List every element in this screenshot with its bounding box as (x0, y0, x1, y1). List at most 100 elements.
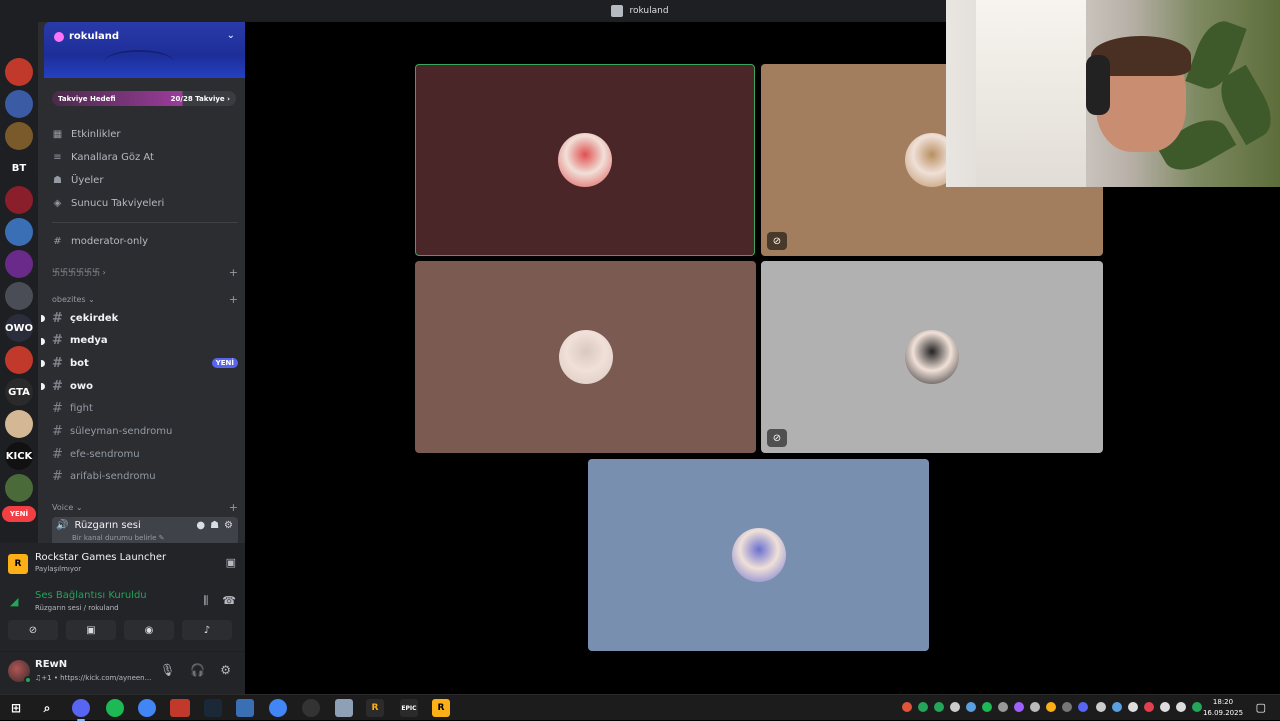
camera-off-button[interactable]: ⊘ (8, 620, 58, 640)
channel-item[interactable]: # owo (41, 376, 238, 396)
boost-goal-bar[interactable]: Takviye Hedefi 20/28 Takviye › (52, 91, 236, 106)
participant-tile[interactable] (415, 64, 755, 256)
server-2-icon[interactable] (5, 90, 33, 118)
search-icon[interactable]: ⌕ (38, 699, 56, 717)
participant-tile[interactable] (588, 459, 929, 651)
channel-name: efe-sendromu (70, 448, 140, 460)
tray-icon[interactable] (998, 702, 1008, 712)
channel-item[interactable]: # çekirdek (41, 308, 238, 328)
tray-icon[interactable] (950, 702, 960, 712)
discord-taskbar-icon[interactable] (72, 699, 90, 721)
invite-icon[interactable]: ☗ (210, 520, 219, 531)
activity-status: Paylaşılmıyor (35, 565, 82, 573)
category-2[interactable]: obezites ⌄ + (52, 292, 238, 306)
tray-icon[interactable] (966, 702, 976, 712)
plus-icon[interactable]: + (229, 293, 238, 306)
channel-item[interactable]: # fight (52, 399, 238, 419)
category-1-label: 卐卐卐卐卐卐 › (52, 267, 106, 277)
server-gta-icon[interactable]: GTA (5, 378, 33, 406)
noise-suppression-icon[interactable]: ⫼ (203, 594, 208, 608)
server-bt-icon[interactable]: BT (5, 154, 33, 182)
epic-games-icon[interactable]: EPIC (400, 699, 418, 717)
tray-icon[interactable] (1128, 702, 1138, 712)
channel-name: bot (70, 357, 89, 369)
nav-browse-channels[interactable]: ≡ Kanallara Göz At (52, 148, 154, 166)
microphone-icon[interactable]: 🎙 (160, 663, 175, 677)
brave-icon[interactable] (902, 702, 912, 712)
start-button[interactable]: ⊞ (7, 699, 25, 717)
app-icon[interactable] (335, 699, 353, 717)
server-5-icon[interactable] (5, 186, 33, 214)
plus-icon[interactable]: + (229, 501, 238, 514)
participant-tile[interactable]: ⊘ (761, 261, 1103, 453)
nav-calendar[interactable]: ▦ Etkinlikler (52, 125, 121, 143)
nav-boost[interactable]: ◈ Sunucu Takviyeleri (52, 194, 165, 212)
new-badge[interactable]: YENİ (2, 506, 36, 522)
channel-item[interactable]: # bot YENİ (41, 353, 238, 373)
tray-icon[interactable] (1062, 702, 1072, 712)
wifi-icon[interactable] (1096, 702, 1106, 712)
screen-share-icon[interactable]: ▣ (226, 556, 236, 569)
unread-indicator (41, 337, 45, 345)
channel-moderator-only[interactable]: # moderator-only (52, 232, 148, 250)
server-7-icon[interactable] (5, 250, 33, 278)
spotify-tray-icon[interactable] (982, 702, 992, 712)
signal-icon[interactable]: ◢ (10, 595, 18, 608)
server-3-icon[interactable] (5, 122, 33, 150)
nav-members[interactable]: ☗ Üyeler (52, 171, 103, 189)
steam-icon[interactable] (204, 699, 222, 717)
activities-button[interactable]: ◉ (124, 620, 174, 640)
server-kick-icon[interactable]: KICK (5, 442, 33, 470)
discord-home-icon[interactable] (5, 26, 33, 54)
tray-icon[interactable] (934, 702, 944, 712)
category-voice[interactable]: Voice ⌄ + (52, 500, 238, 514)
chrome-icon[interactable] (269, 699, 287, 717)
server-1-icon[interactable] (5, 58, 33, 86)
rockstar-launcher-icon[interactable]: R (432, 699, 450, 717)
screen-share-button[interactable]: ▣ (66, 620, 116, 640)
discord-tray-icon[interactable] (1078, 702, 1088, 712)
notification-icon[interactable]: ▢ (1256, 701, 1266, 714)
participant-tile[interactable] (415, 261, 756, 453)
tray-icon[interactable] (918, 702, 928, 712)
server-owo-icon[interactable]: OWO (5, 314, 33, 342)
rockstar-icon[interactable]: R (366, 699, 384, 717)
app-icon[interactable] (236, 699, 254, 717)
chrome-icon[interactable] (138, 699, 156, 717)
volume-icon[interactable] (1160, 702, 1170, 712)
server-6-icon[interactable] (5, 218, 33, 246)
gear-icon[interactable]: ⚙ (220, 663, 231, 677)
tray-icon[interactable] (1192, 702, 1202, 712)
chevron-down-icon[interactable]: ⌄ (227, 30, 235, 41)
guild-header[interactable]: rokuland ⌄ (44, 22, 245, 78)
headphones-icon[interactable]: 🎧 (190, 663, 205, 677)
soundboard-button[interactable]: ♪ (182, 620, 232, 640)
tray-icon[interactable] (1030, 702, 1040, 712)
server-14-icon[interactable] (5, 474, 33, 502)
tray-icon[interactable] (1046, 702, 1056, 712)
server-12-icon[interactable] (5, 410, 33, 438)
server-8-icon[interactable] (5, 282, 33, 310)
channel-item[interactable]: # medya (41, 331, 238, 351)
system-clock[interactable]: 18:20 16.09.2025 (1202, 697, 1244, 719)
channel-item[interactable]: # efe-sendromu (52, 444, 238, 464)
channel-item[interactable]: # süleyman-sendromu (52, 422, 238, 442)
username[interactable]: REwN (35, 659, 67, 670)
tray-icon[interactable] (1112, 702, 1122, 712)
channel-item[interactable]: # arifabi-sendromu (52, 467, 238, 487)
server-10-icon[interactable] (5, 346, 33, 374)
chat-icon[interactable]: ● (196, 520, 205, 531)
gear-icon[interactable]: ⚙ (224, 520, 233, 531)
voice-channel-status[interactable]: Bir kanal durumu belirle ✎ (72, 534, 165, 542)
microphone-icon[interactable] (1176, 702, 1186, 712)
voicemod-icon[interactable] (170, 699, 190, 717)
category-1[interactable]: 卐卐卐卐卐卐 › + (52, 265, 238, 279)
disconnect-icon[interactable]: ☎ (222, 594, 236, 608)
obs-icon[interactable] (302, 699, 320, 717)
plus-icon[interactable]: + (229, 266, 238, 279)
hash-icon: # (52, 446, 63, 462)
spotify-icon[interactable] (106, 699, 124, 717)
rtc-title[interactable]: Ses Bağlantısı Kuruldu (35, 590, 147, 601)
tray-icon[interactable] (1014, 702, 1024, 712)
tray-icon[interactable] (1144, 702, 1154, 712)
